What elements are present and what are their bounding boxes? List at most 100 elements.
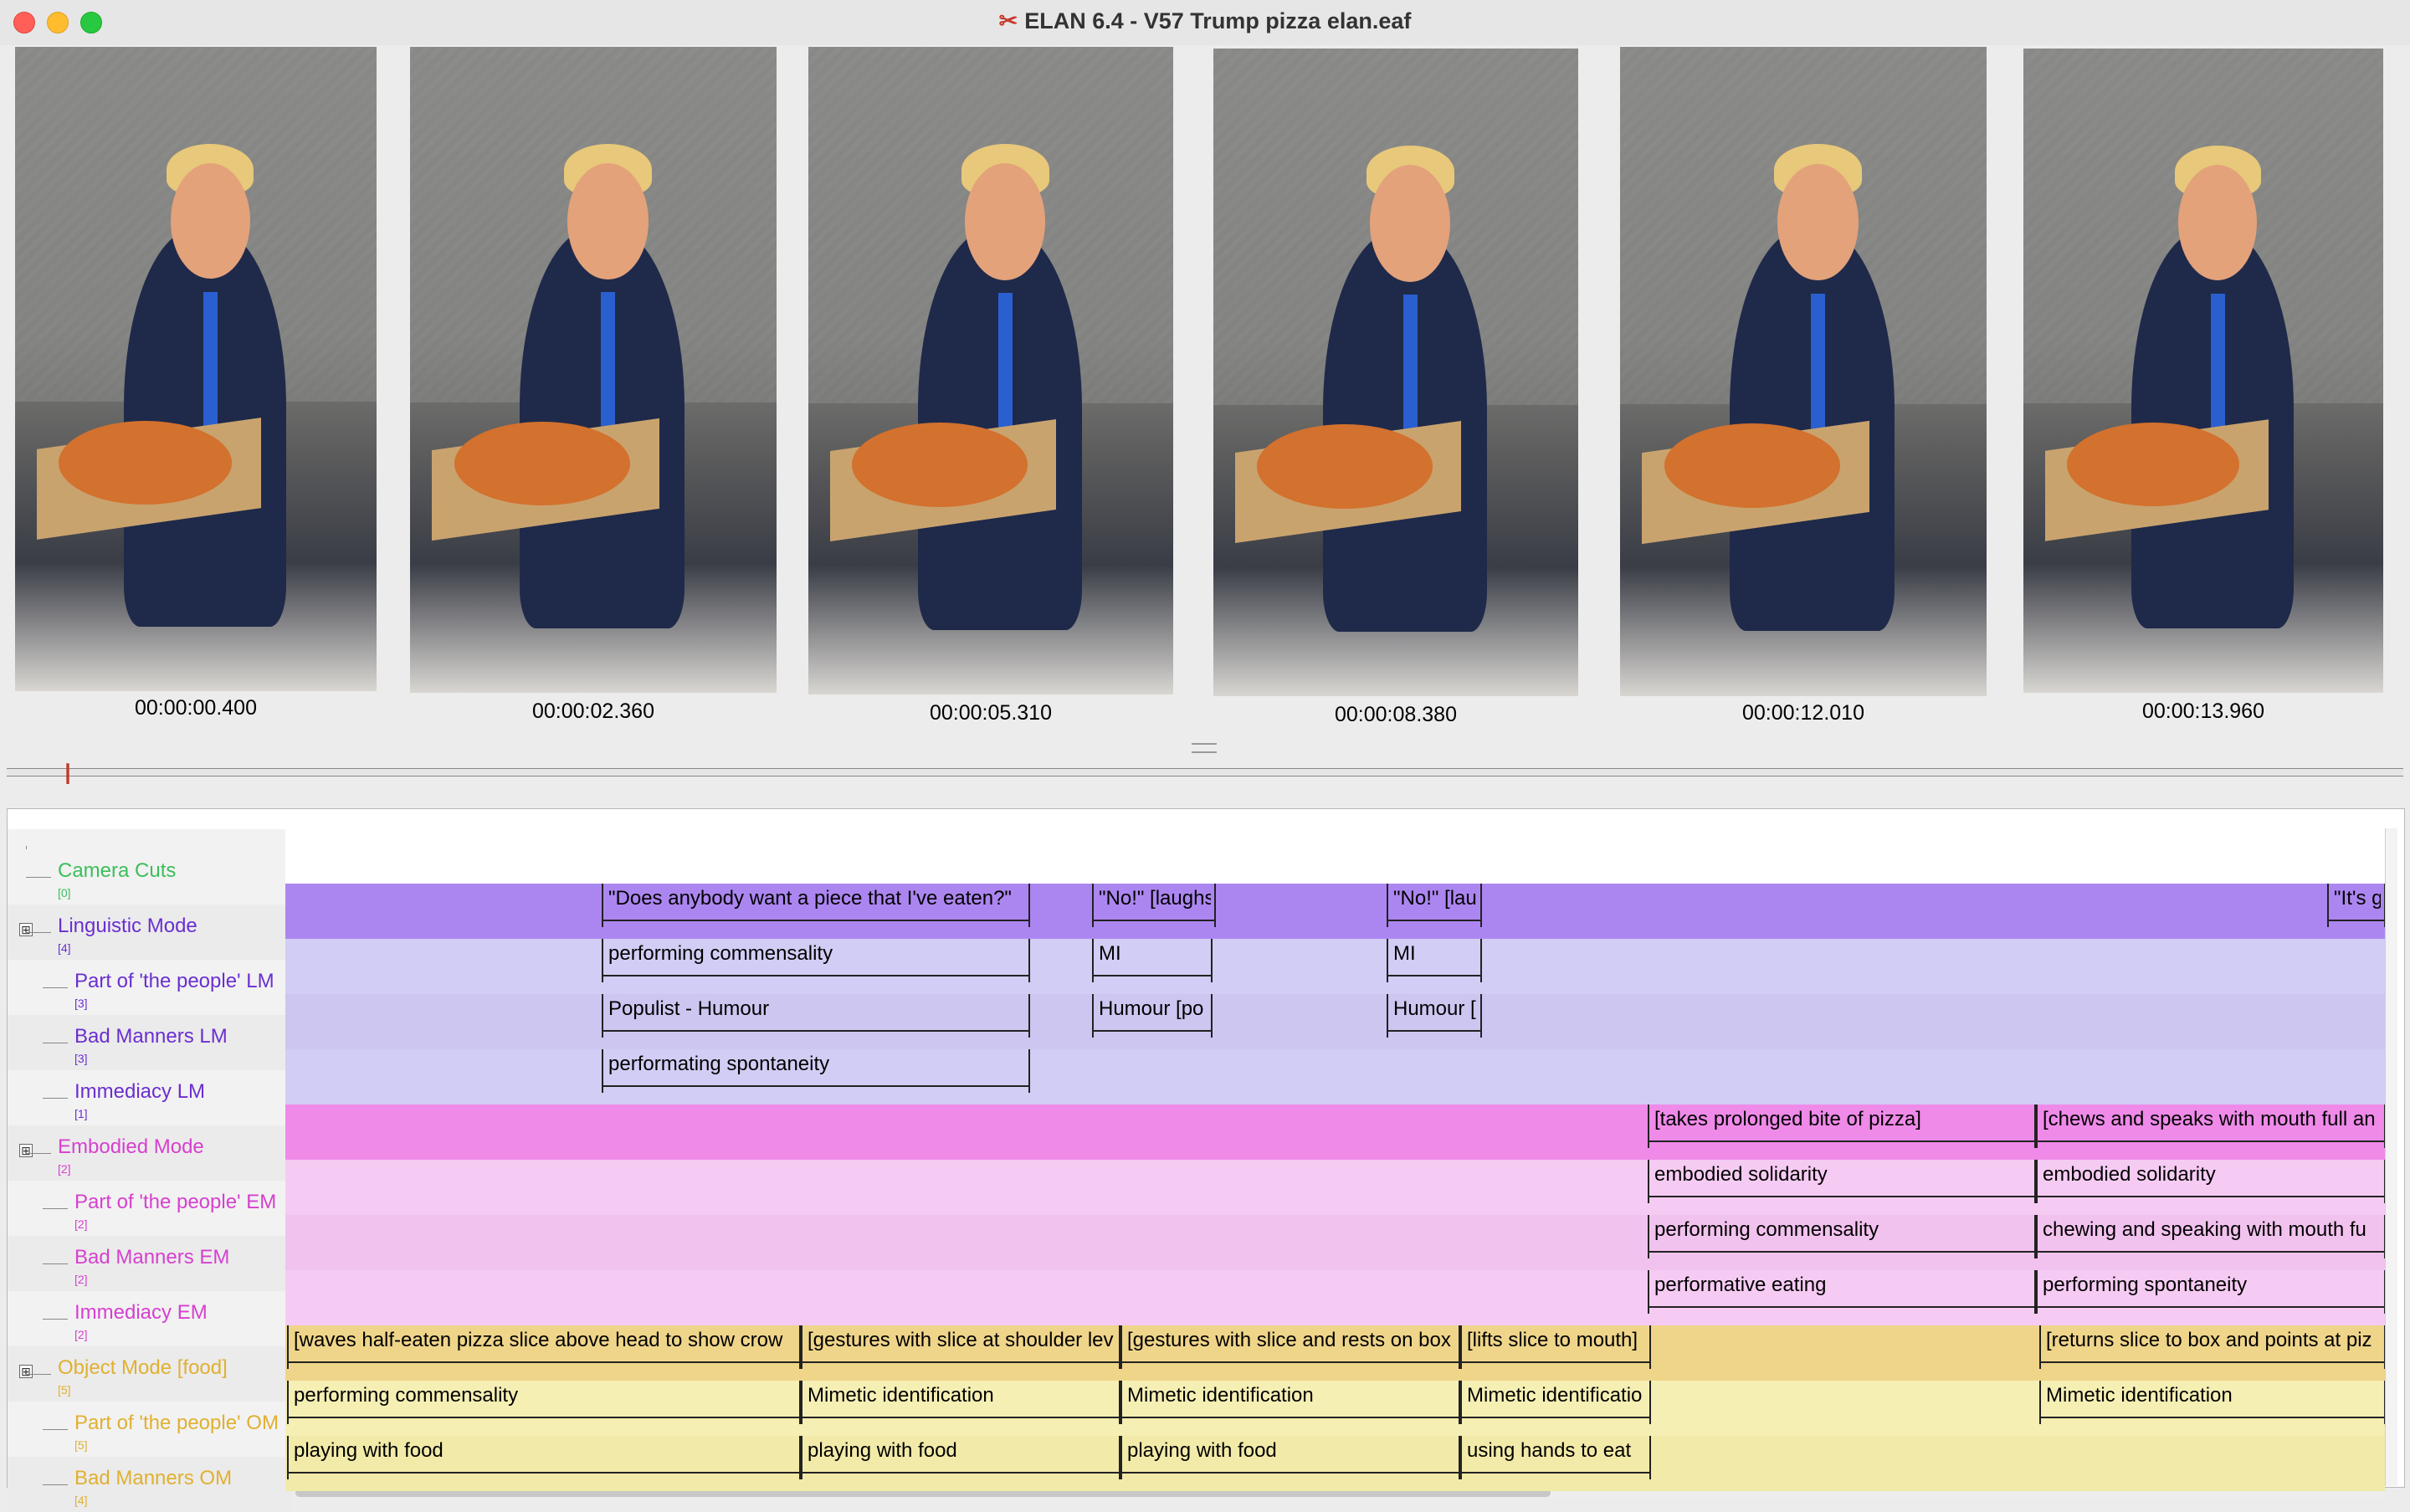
tier-annotation-count: [2] <box>74 1328 88 1341</box>
tier-track[interactable]: performing commensality Mimetic identific… <box>285 1381 2385 1436</box>
annotation[interactable]: Mimetic identificatio <box>1460 1381 1651 1424</box>
annotation[interactable]: embodied solidarity <box>2036 1160 2385 1203</box>
tier-names-panel: Camera Cuts [0] Linguistic Mode [4] ⊞ Part of… <box>8 829 293 1512</box>
annotation-text: chewing and speaking with mouth fu <box>2043 1218 2366 1241</box>
tier-name-label[interactable]: Bad Manners OM <box>74 1467 232 1490</box>
annotation[interactable]: Populist - Humour <box>602 994 1030 1038</box>
annotation-text: performative eating <box>1654 1274 1827 1296</box>
expand-collapse-icon[interactable]: ⊞ <box>19 923 33 936</box>
annotation[interactable]: [gestures with slice and rests on box <box>1120 1325 1460 1369</box>
tier-name-label[interactable]: Immediacy LM <box>74 1080 205 1104</box>
video-timestamp: 00:00:08.380 <box>1335 703 1457 726</box>
tier-name-label[interactable]: Bad Manners EM <box>74 1246 229 1269</box>
annotation[interactable]: MI <box>1092 939 1213 982</box>
annotation-text: embodied solidarity <box>1654 1163 1828 1186</box>
video-timestamp: 00:00:13.960 <box>2142 700 2264 723</box>
annotation-text: [gestures with slice and rests on box <box>1127 1329 1451 1351</box>
annotation[interactable]: playing with food <box>801 1436 1120 1479</box>
annotation[interactable]: performing commensality <box>602 939 1030 982</box>
tier-name-label[interactable]: Camera Cuts <box>58 859 176 883</box>
tier-name-row[interactable]: Bad Manners LM [3] <box>8 1015 292 1070</box>
tier-name-row[interactable]: Bad Manners OM [4] <box>8 1457 292 1512</box>
tier-annotation-count: [3] <box>74 1052 88 1065</box>
tier-name-row[interactable]: Part of 'the people' EM [2] <box>8 1181 292 1236</box>
annotation[interactable]: playing with food <box>1120 1436 1460 1479</box>
tier-track[interactable]: embodied solidarity embodied solidarity <box>285 1160 2385 1215</box>
expand-collapse-icon[interactable]: ⊞ <box>19 1144 33 1157</box>
tier-name-row[interactable]: Camera Cuts [0] <box>8 849 292 905</box>
annotation-text: "No!" [laughs <box>1099 887 1211 910</box>
tier-name-row[interactable]: Object Mode [food] [5] ⊞ <box>8 1346 292 1402</box>
annotation[interactable]: "No!" [laughs <box>1092 884 1216 927</box>
tier-track[interactable]: performative eating performing spontaneit… <box>285 1270 2385 1325</box>
annotation[interactable]: [takes prolonged bite of pizza] <box>1648 1105 2036 1148</box>
tier-name-label[interactable]: Linguistic Mode <box>58 915 197 938</box>
tier-track[interactable] <box>285 828 2385 884</box>
tier-name-row[interactable]: Part of 'the people' OM [5] <box>8 1402 292 1457</box>
tier-name-label[interactable]: Immediacy EM <box>74 1301 208 1325</box>
annotation[interactable]: "It's g <box>2327 884 2385 927</box>
expand-collapse-icon[interactable]: ⊞ <box>19 1365 33 1378</box>
video-image <box>808 47 1173 694</box>
annotation[interactable]: Mimetic identification <box>801 1381 1120 1424</box>
tier-name-label[interactable]: Part of 'the people' OM <box>74 1412 279 1435</box>
annotation[interactable]: [lifts slice to mouth] <box>1460 1325 1651 1369</box>
tier-track[interactable]: "Does anybody want a piece that I've eat… <box>285 884 2385 939</box>
tier-annotation-count: [3] <box>74 997 88 1010</box>
annotation[interactable]: embodied solidarity <box>1648 1160 2036 1203</box>
time-slider[interactable] <box>7 753 2403 787</box>
tier-track[interactable]: performating spontaneity <box>285 1049 2385 1105</box>
tier-track[interactable]: [waves half-eaten pizza slice above head… <box>285 1325 2385 1381</box>
tier-name-label[interactable]: Part of 'the people' EM <box>74 1191 276 1214</box>
annotation[interactable]: performing commensality <box>1648 1215 2036 1258</box>
annotation[interactable]: "Does anybody want a piece that I've eat… <box>602 884 1030 927</box>
annotation-text: [waves half-eaten pizza slice above head… <box>294 1329 783 1351</box>
annotation[interactable]: performing commensality <box>287 1381 801 1424</box>
text-cursor-icon: I <box>64 758 73 792</box>
annotation-text: MI <box>1393 942 1416 965</box>
tier-annotation-count: [5] <box>58 1383 71 1397</box>
video-image <box>2023 49 2383 693</box>
annotation[interactable]: [chews and speaks with mouth full an <box>2036 1105 2385 1148</box>
time-slider-track[interactable] <box>7 768 2403 777</box>
title-bar: ✂ ELAN 6.4 - V57 Trump pizza elan.eaf <box>0 0 2410 46</box>
tier-name-label[interactable]: Bad Manners LM <box>74 1025 228 1048</box>
annotation[interactable]: Humour [ <box>1387 994 1482 1038</box>
annotation[interactable]: [gestures with slice at shoulder lev <box>801 1325 1120 1369</box>
annotation[interactable]: performing spontaneity <box>2036 1270 2385 1314</box>
annotation[interactable]: performative eating <box>1648 1270 2036 1314</box>
tier-name-row[interactable]: Part of 'the people' LM [3] <box>8 960 292 1015</box>
annotation[interactable]: Mimetic identification <box>2039 1381 2385 1424</box>
tier-track[interactable]: Populist - Humour Humour [po Humour [ <box>285 994 2385 1049</box>
tier-name-label[interactable]: Object Mode [food] <box>58 1356 228 1380</box>
tier-name-row[interactable]: Linguistic Mode [4] ⊞ <box>8 905 292 960</box>
tier-track[interactable]: [takes prolonged bite of pizza] [chews an… <box>285 1105 2385 1160</box>
tier-track[interactable]: performing commensality chewing and speak… <box>285 1215 2385 1270</box>
annotation[interactable]: performating spontaneity <box>602 1049 1030 1093</box>
annotation[interactable]: chewing and speaking with mouth fu <box>2036 1215 2385 1258</box>
annotation[interactable]: using hands to eat <box>1460 1436 1651 1479</box>
annotation-text: Humour [ <box>1393 997 1476 1020</box>
annotation[interactable]: "No!" [lau <box>1387 884 1482 927</box>
annotation[interactable]: playing with food <box>287 1436 801 1479</box>
tier-annotation-count: [4] <box>58 941 71 955</box>
annotation-text: [gestures with slice at shoulder lev <box>808 1329 1114 1351</box>
tier-name-label[interactable]: Embodied Mode <box>58 1135 204 1159</box>
annotation[interactable]: Mimetic identification <box>1120 1381 1460 1424</box>
tier-name-row[interactable]: Bad Manners EM [2] <box>8 1236 292 1291</box>
tier-track[interactable]: performing commensality MI MI <box>285 939 2385 994</box>
annotation[interactable]: MI <box>1387 939 1482 982</box>
annotation[interactable]: [returns slice to box and points at piz <box>2039 1325 2385 1369</box>
annotation[interactable]: Humour [po <box>1092 994 1213 1038</box>
tier-name-label[interactable]: Part of 'the people' LM <box>74 970 274 993</box>
tier-name-row[interactable]: Immediacy LM [1] <box>8 1070 292 1125</box>
tier-annotation-count: [5] <box>74 1438 88 1452</box>
annotation[interactable]: [waves half-eaten pizza slice above head… <box>287 1325 801 1369</box>
tier-name-row[interactable]: Embodied Mode [2] ⊞ <box>8 1125 292 1181</box>
tier-track[interactable]: playing with food playing with food playin… <box>285 1436 2385 1491</box>
tier-name-row[interactable]: Immediacy EM [2] <box>8 1291 292 1346</box>
annotation-text: performing commensality <box>1654 1218 1879 1241</box>
vertical-scrollbar[interactable] <box>2385 828 2397 1486</box>
tier-annotation-count: [4] <box>74 1494 88 1507</box>
panel-split-handle[interactable] <box>1192 743 1217 753</box>
